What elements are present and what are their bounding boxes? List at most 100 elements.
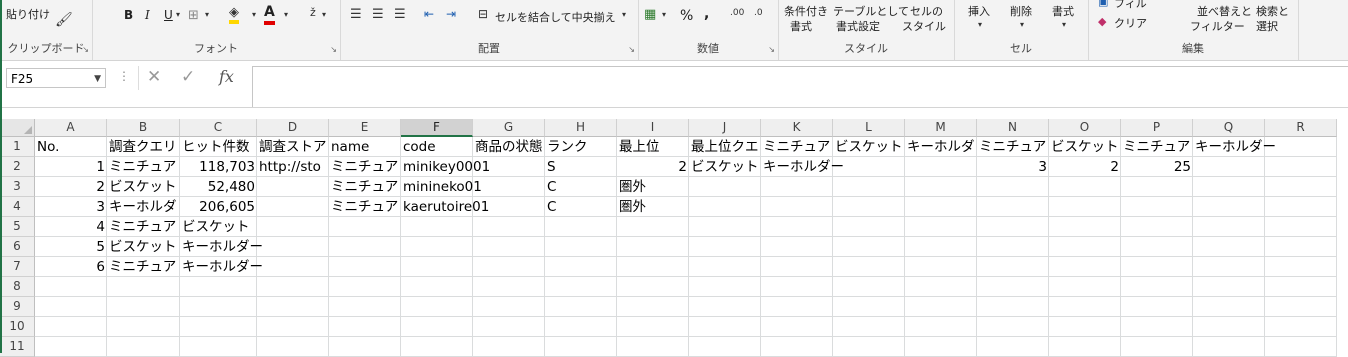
column-header-e[interactable]: E [329,119,401,137]
column-header-o[interactable]: O [1049,119,1121,137]
fill-icon[interactable]: ▣ [1098,0,1108,8]
column-header-r[interactable]: R [1265,119,1337,137]
row-header-3[interactable]: 3 [0,177,35,197]
row-header-10[interactable]: 10 [0,317,35,337]
cell-c6[interactable]: キーホルダー [180,237,263,257]
cell-g1[interactable]: 商品の状態 [473,137,545,157]
insert-function-button[interactable]: fx [219,67,234,86]
fill-color-icon[interactable]: ◈ [229,6,239,24]
format-button[interactable]: 書式 [1052,3,1074,19]
row-header-7[interactable]: 7 [0,257,35,277]
column-header-p[interactable]: P [1121,119,1193,137]
column-header-d[interactable]: D [257,119,329,137]
cell-l1[interactable]: ビスケット [833,137,905,157]
cell-h3[interactable]: C [545,177,617,197]
row-header-1[interactable]: 1 [0,137,35,157]
cell-b7[interactable]: ミニチュア [107,257,180,277]
conditional-format-line2[interactable]: 書式 [790,18,812,34]
cell-styles-line1[interactable]: セルの [910,3,943,19]
clear-button[interactable]: クリア [1114,15,1147,31]
cell-e2[interactable]: ミニチュア [329,157,401,177]
row-header-8[interactable]: 8 [0,277,35,297]
phonetic-dropdown-icon[interactable]: ▾ [322,10,326,19]
cell-a5[interactable]: 4 [35,217,107,237]
delete-dropdown-icon[interactable]: ▾ [1020,20,1024,29]
cell-b3[interactable]: ビスケット [107,177,180,197]
column-header-n[interactable]: N [977,119,1049,137]
cell-i3[interactable]: 圏外 [617,177,689,197]
increase-indent-icon[interactable]: ⇥ [446,7,456,21]
fill-color-dropdown-icon[interactable]: ▾ [252,10,256,19]
cell-a6[interactable]: 5 [35,237,107,257]
cell-k2[interactable]: キーホルダー [761,157,844,177]
cell-a4[interactable]: 3 [35,197,107,217]
cell-b5[interactable]: ミニチュア [107,217,180,237]
format-as-table-line1[interactable]: テーブルとして [833,3,909,19]
comma-button[interactable]: , [704,6,709,22]
increase-decimal-icon[interactable]: .00 [730,8,744,18]
clipboard-launcher-icon[interactable]: ↘ [82,45,89,54]
cell-b1[interactable]: 調査クエリ [107,137,180,157]
insert-dropdown-icon[interactable]: ▾ [978,20,982,29]
cell-c1[interactable]: ヒット件数 [180,137,257,157]
cell-d1[interactable]: 調査ストア [257,137,329,157]
merge-icon[interactable]: ⊟ [478,7,488,21]
row-header-2[interactable]: 2 [0,157,35,177]
column-header-h[interactable]: H [545,119,617,137]
accounting-dropdown-icon[interactable]: ▾ [662,10,666,19]
cell-a7[interactable]: 6 [35,257,107,277]
cell-j2[interactable]: ビスケット [689,157,761,177]
enter-icon[interactable]: ✓ [181,67,195,87]
accounting-format-icon[interactable]: ▦ [644,7,656,22]
decrease-decimal-icon[interactable]: .0 [754,8,763,18]
cell-h4[interactable]: C [545,197,617,217]
insert-button[interactable]: 挿入 [968,3,990,19]
align-center-icon[interactable]: ☰ [372,7,384,22]
column-header-a[interactable]: A [35,119,107,137]
borders-icon[interactable]: ⊞ [188,8,199,23]
cell-n1[interactable]: ミニチュア [977,137,1049,157]
column-header-b[interactable]: B [107,119,180,137]
cell-c3[interactable]: 52,480 [180,177,257,197]
merge-dropdown-icon[interactable]: ▾ [622,10,626,19]
cell-c7[interactable]: キーホルダー [180,257,263,277]
cell-a3[interactable]: 2 [35,177,107,197]
cell-f4[interactable]: kaerutoire01 [401,197,489,217]
paste-button[interactable]: 貼り付け [6,6,50,22]
alignment-launcher-icon[interactable]: ↘ [628,45,635,54]
cell-c5[interactable]: ビスケット [180,217,257,237]
cell-j1[interactable]: 最上位クエ [689,137,761,157]
cell-n2[interactable]: 3 [977,157,1049,177]
cell-e4[interactable]: ミニチュア [329,197,401,217]
phonetic-icon[interactable]: ž [310,6,316,19]
decrease-indent-icon[interactable]: ⇤ [424,7,434,21]
select-all-button[interactable] [0,119,35,137]
cell-p1[interactable]: ミニチュア [1121,137,1193,157]
eraser-icon[interactable]: ◆ [1098,15,1106,28]
borders-dropdown-icon[interactable]: ▾ [205,10,209,19]
cell-h1[interactable]: ランク [545,137,617,157]
column-header-m[interactable]: M [905,119,977,137]
row-header-4[interactable]: 4 [0,197,35,217]
cancel-icon[interactable]: ✕ [147,67,161,87]
row-header-6[interactable]: 6 [0,237,35,257]
cell-f3[interactable]: minineko01 [401,177,482,197]
cell-c2[interactable]: 118,703 [180,157,257,177]
find-select-line2[interactable]: 選択 [1256,18,1278,34]
column-header-c[interactable]: C [180,119,257,137]
formula-input[interactable] [252,66,1348,107]
cell-f1[interactable]: code [401,137,473,157]
find-select-line1[interactable]: 検索と [1256,3,1289,19]
font-color-dropdown-icon[interactable]: ▾ [284,10,288,19]
cell-i2[interactable]: 2 [617,157,689,177]
merge-center-button[interactable]: セルを結合して中央揃え [495,9,616,25]
align-left-icon[interactable]: ☰ [350,7,362,22]
cell-b4[interactable]: キーホルダ [107,197,180,217]
font-launcher-icon[interactable]: ↘ [330,45,337,54]
number-launcher-icon[interactable]: ↘ [768,45,775,54]
cell-i1[interactable]: 最上位 [617,137,689,157]
cell-a2[interactable]: 1 [35,157,107,177]
fill-button[interactable]: フィル [1114,0,1147,11]
cell-c4[interactable]: 206,605 [180,197,257,217]
column-header-j[interactable]: J [689,119,761,137]
